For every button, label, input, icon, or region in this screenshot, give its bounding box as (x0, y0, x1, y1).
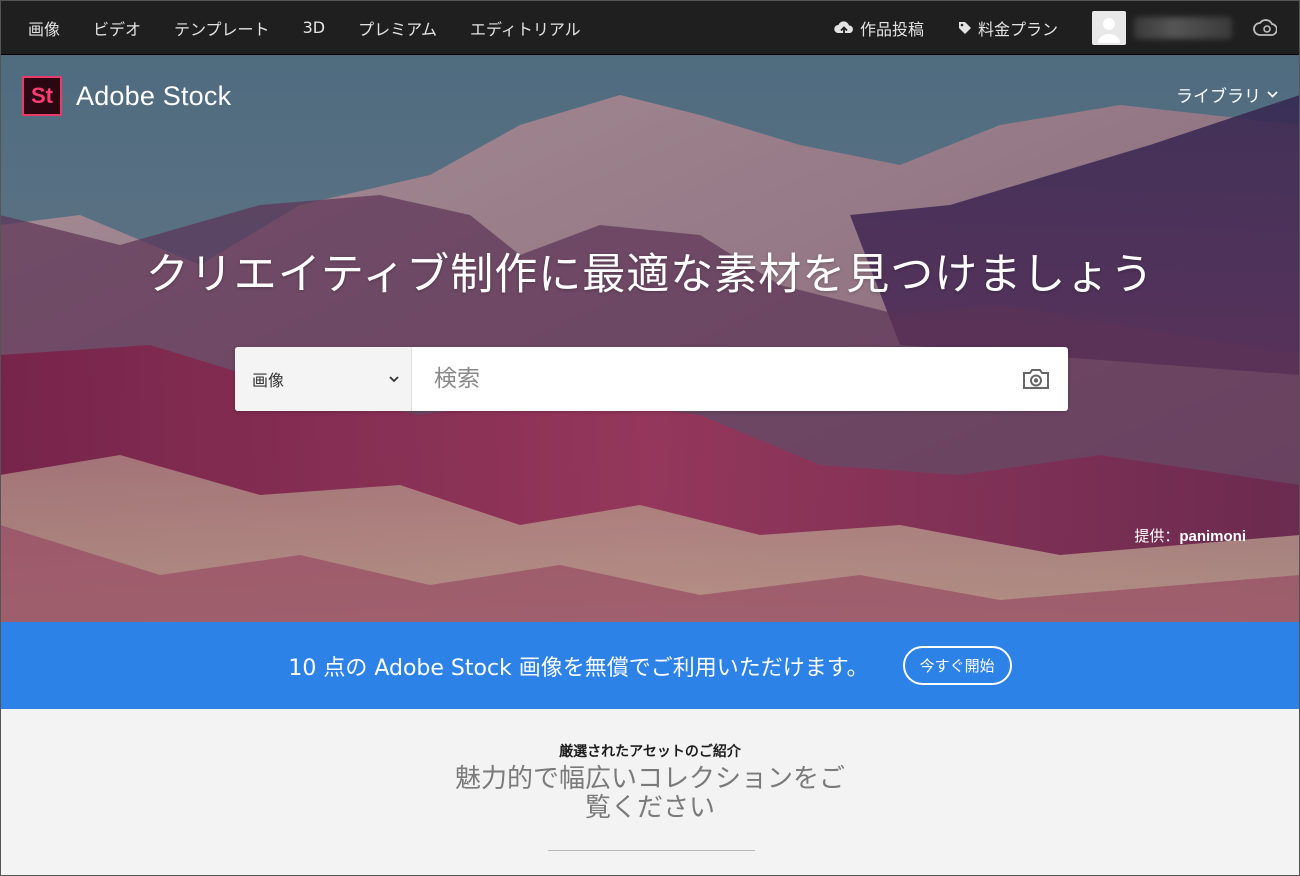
chevron-down-icon (1267, 91, 1278, 98)
upload-cloud-icon (834, 20, 853, 36)
brand-name: Adobe Stock (76, 80, 232, 111)
user-avatar-icon[interactable] (1092, 10, 1126, 45)
start-now-button[interactable]: 今すぐ開始 (902, 646, 1012, 685)
pricing-button[interactable]: 料金プラン (958, 16, 1058, 40)
nav-item-templates[interactable]: テンプレート (174, 16, 270, 40)
hero-banner: St Adobe Stock ライブラリ クリエイティブ制作に最適な素材を見つけ… (0, 55, 1300, 622)
search-bar: 画像 (235, 347, 1068, 411)
search-category-select[interactable]: 画像 (235, 347, 412, 411)
content-type-nav: 画像 ビデオ テンプレート 3D プレミアム エディトリアル (28, 0, 581, 55)
hero-background-image (0, 55, 1300, 622)
adobe-stock-logo: St (22, 76, 62, 116)
upload-button[interactable]: 作品投稿 (834, 16, 924, 40)
promo-text: 10 点の Adobe Stock 画像を無償でご利用いただけます。 (288, 655, 869, 681)
nav-item-3d[interactable]: 3D (303, 18, 326, 37)
visual-search-camera-icon[interactable] (1004, 347, 1068, 411)
search-category-value: 画像 (252, 371, 285, 390)
library-dropdown[interactable]: ライブラリ (1176, 82, 1278, 107)
section-kicker: 厳選されたアセットのご紹介 (559, 744, 741, 760)
tag-icon (958, 21, 971, 34)
section-title: 魅力的で幅広いコレクションをご覧ください (454, 764, 845, 823)
search-input[interactable] (412, 347, 1004, 411)
credit-prefix: 提供： (1134, 527, 1180, 545)
nav-item-premium[interactable]: プレミアム (358, 16, 437, 40)
library-label: ライブラリ (1176, 87, 1261, 107)
pricing-label: 料金プラン (977, 19, 1058, 39)
nav-item-editorial[interactable]: エディトリアル (470, 16, 581, 40)
hero-headline: クリエイティブ制作に最適な素材を見つけましょう (145, 250, 1155, 300)
section-divider (548, 850, 755, 851)
creative-cloud-icon[interactable] (1252, 15, 1278, 41)
featured-collection-section: 厳選されたアセットのご紹介 魅力的で幅広いコレクションをご覧ください (0, 709, 1300, 876)
credit-author[interactable]: panimoni (1179, 528, 1246, 545)
image-credit: 提供：panimoni (1134, 525, 1246, 546)
nav-item-images[interactable]: 画像 (28, 16, 60, 40)
account-nav: 作品投稿 料金プラン (834, 0, 1278, 55)
free-trial-banner: 10 点の Adobe Stock 画像を無償でご利用いただけます。 今すぐ開始 (0, 622, 1300, 709)
top-navigation-bar: 画像 ビデオ テンプレート 3D プレミアム エディトリアル 作品投稿 料金プラ… (0, 0, 1300, 55)
brand-logo[interactable]: St Adobe Stock (22, 76, 231, 116)
chevron-down-icon (389, 375, 399, 382)
nav-item-videos[interactable]: ビデオ (93, 16, 141, 40)
username-redacted[interactable] (1134, 16, 1232, 39)
upload-label: 作品投稿 (859, 19, 924, 39)
